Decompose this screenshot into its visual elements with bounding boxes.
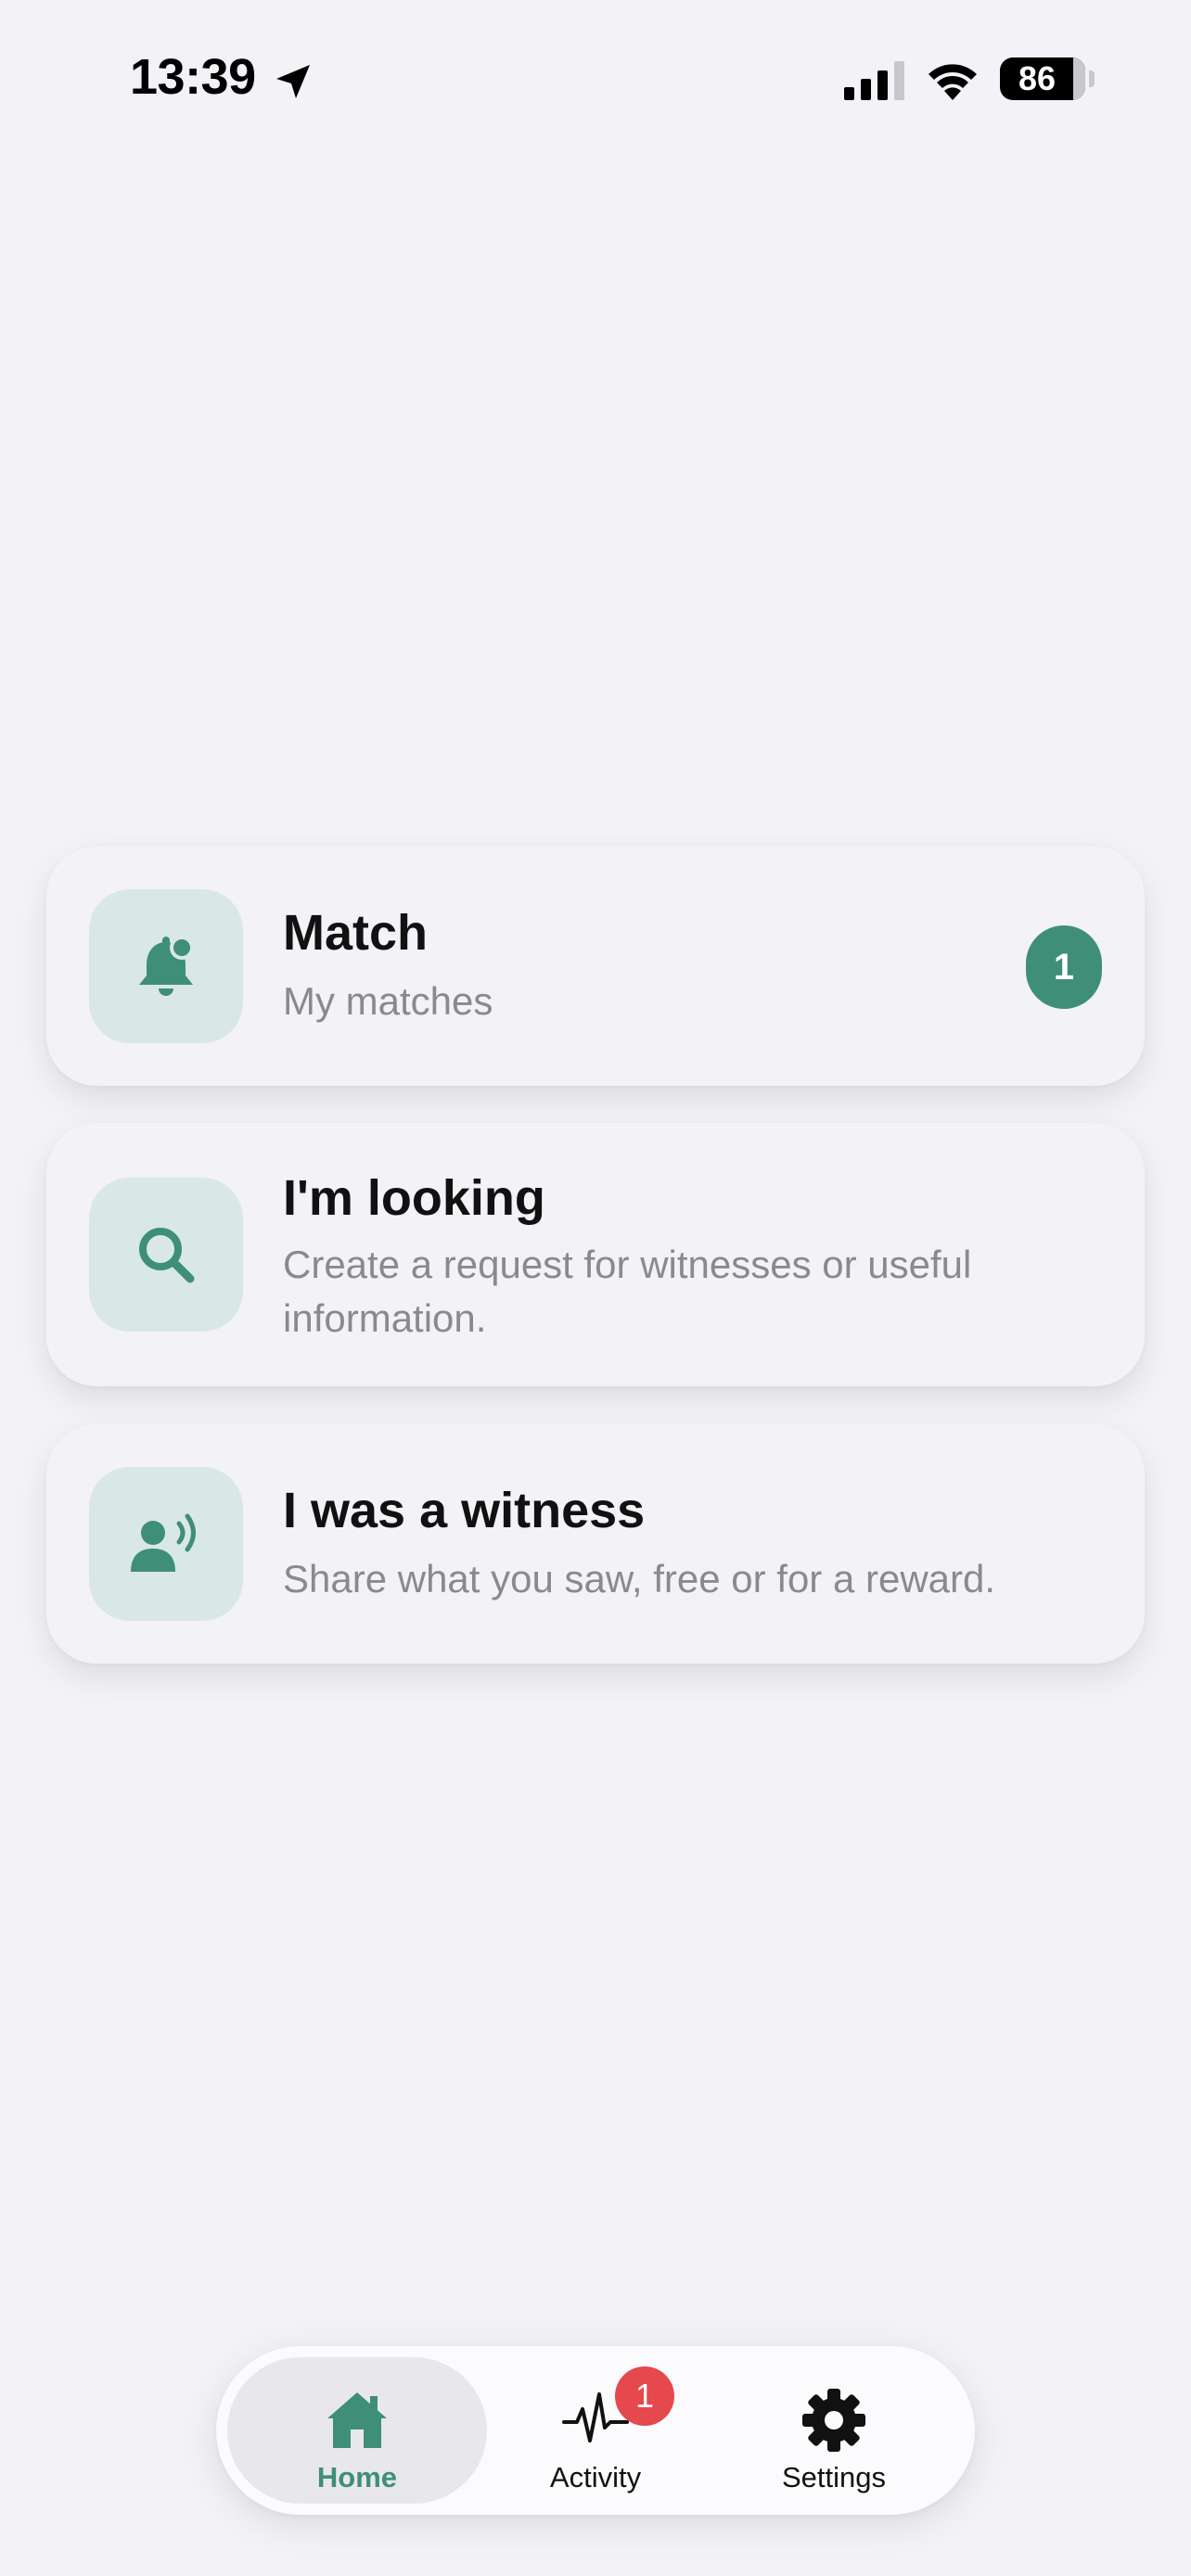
looking-title: I'm looking: [283, 1170, 545, 1226]
location-arrow-icon: [276, 65, 310, 98]
witness-icon-tile: [89, 1467, 243, 1621]
cellular-signal-icon: [844, 61, 904, 100]
witness-card[interactable]: I was a witness Share what you saw, free…: [46, 1424, 1145, 1664]
tab-settings-label: Settings: [781, 2461, 886, 2493]
battery-icon: 86: [1000, 57, 1085, 100]
looking-subtitle: Create a request for witnesses or useful…: [283, 1243, 972, 1340]
looking-card[interactable]: I'm looking Create a request for witness…: [46, 1123, 1145, 1386]
search-icon: [139, 1228, 195, 1283]
match-count-badge: 1: [1026, 925, 1102, 1009]
home-icon: [327, 2392, 387, 2448]
activity-badge: 1: [615, 2366, 674, 2426]
witness-subtitle: Share what you saw, free or for a reward…: [283, 1557, 996, 1600]
battery-percent: 86: [1018, 59, 1057, 97]
witness-title: I was a witness: [283, 1483, 646, 1538]
tab-home-label: Home: [316, 2461, 398, 2493]
tab-activity-label: Activity: [549, 2461, 642, 2493]
tab-settings[interactable]: Settings: [704, 2357, 964, 2504]
tab-activity[interactable]: 1 Activity: [466, 2357, 725, 2504]
tab-bar: Home 1 Activity Settings: [216, 2346, 975, 2515]
match-title: Match: [283, 905, 429, 961]
person-speaking-icon: [131, 1513, 196, 1572]
looking-icon-tile: [89, 1178, 243, 1332]
match-card[interactable]: Match My matches 1: [46, 847, 1145, 1086]
status-bar: 13:39 86: [0, 0, 1191, 158]
status-time: 13:39: [130, 49, 256, 105]
bell-icon: [139, 936, 194, 996]
battery-cap: [1089, 70, 1095, 87]
match-subtitle: My matches: [283, 979, 493, 1023]
wifi-icon: [928, 64, 977, 100]
match-icon-tile: [89, 889, 243, 1043]
tab-home[interactable]: Home: [227, 2357, 487, 2504]
gear-icon: [802, 2389, 865, 2452]
